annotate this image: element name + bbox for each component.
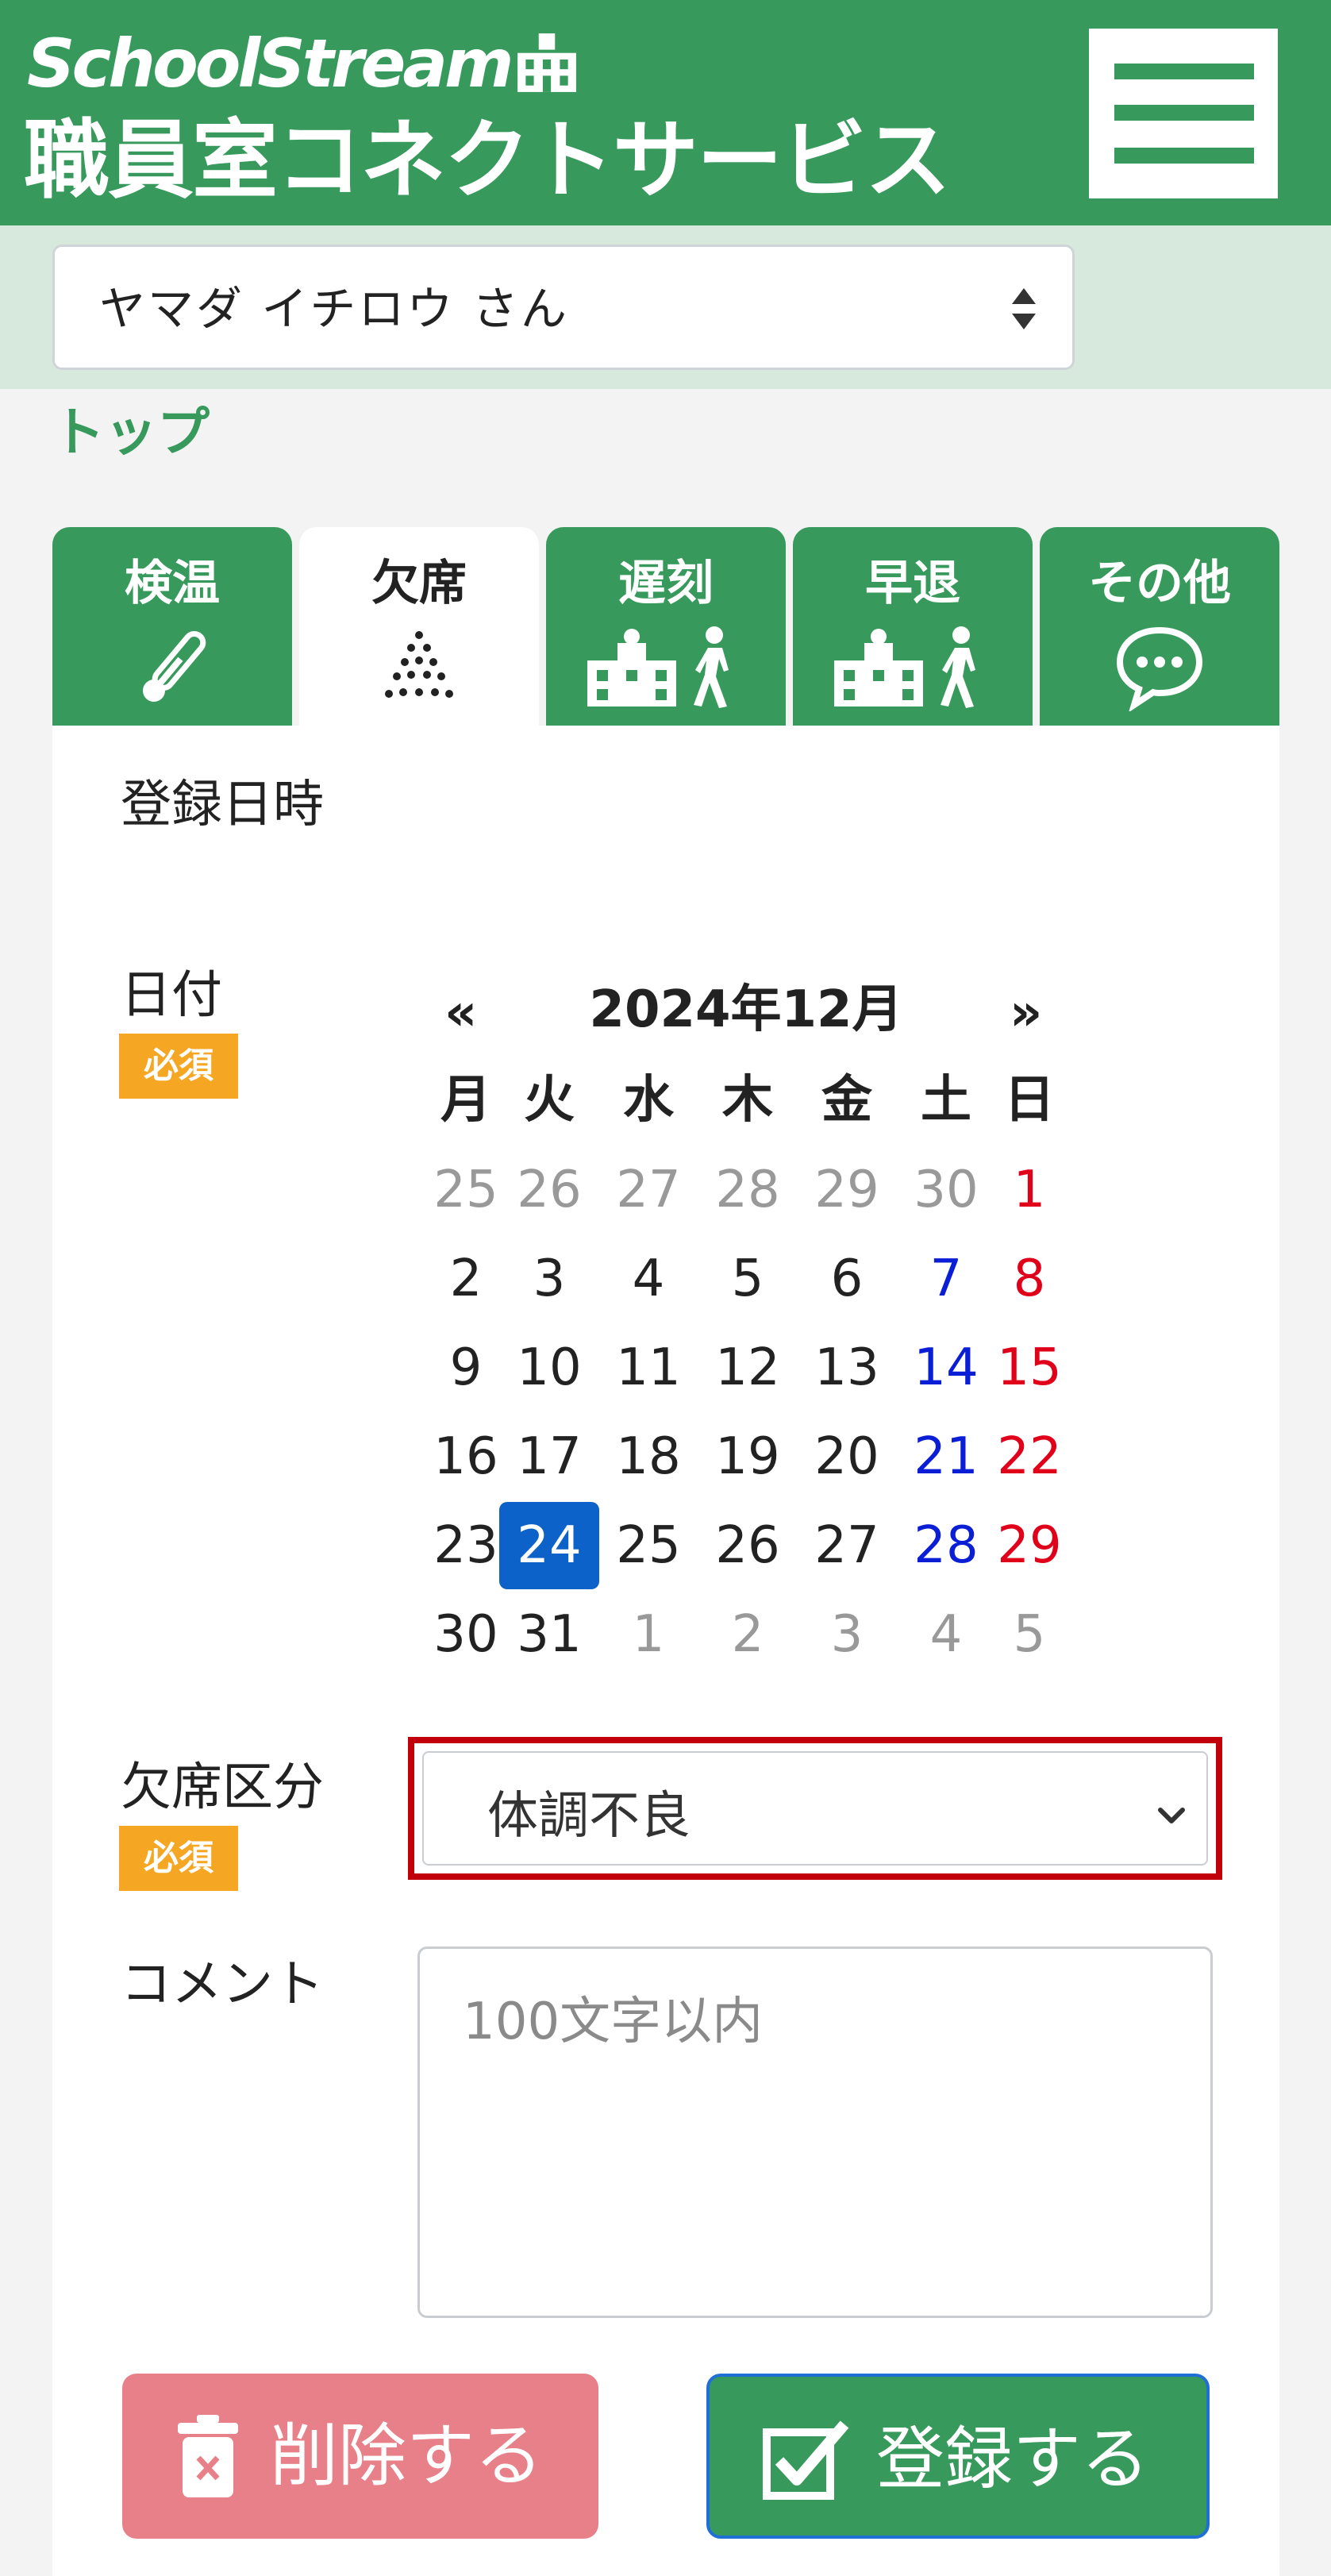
register-button-label: 登録する [876,2420,1149,2499]
comment-textarea[interactable] [417,1946,1213,2318]
required-badge: 必須 [119,1034,238,1099]
calendar-day[interactable]: 3 [499,1235,599,1323]
hamburger-menu-button[interactable] [1089,29,1278,198]
calendar-month-title: 2024年12月 [589,980,903,1039]
hamburger-menu-icon [1114,64,1254,79]
calendar-day[interactable]: 1 [598,1591,698,1678]
calendar-day[interactable]: 26 [499,1146,599,1234]
weekday-label: 土 [921,1071,971,1130]
weekday-label: 水 [623,1071,674,1130]
calendar-day[interactable]: 27 [598,1146,698,1234]
calendar-day[interactable]: 15 [979,1324,1079,1411]
calendar-day[interactable]: 6 [797,1235,897,1323]
calendar-day[interactable]: 25 [598,1502,698,1589]
tab-other[interactable]: その他 [1040,527,1279,726]
calendar-day[interactable]: 31 [499,1591,599,1678]
calendar-day[interactable]: 10 [499,1324,599,1411]
calendar-next-button[interactable]: » [1010,981,1042,1045]
tab-label: その他 [1088,556,1231,611]
calendar-day[interactable]: 8 [979,1235,1079,1323]
calendar-day[interactable]: 19 [698,1413,798,1500]
calendar-day[interactable]: 29 [797,1146,897,1234]
app-header: SchoolStream 職員室コネクトサービス [0,0,1331,225]
tab-label: 遅刻 [618,556,714,611]
chat-bubble-icon [1116,626,1203,711]
delete-button[interactable]: 削除する [122,2374,598,2539]
absence-type-label: 欠席区分 [121,1758,324,1817]
weekday-label: 金 [821,1071,872,1130]
calendar-day[interactable]: 22 [979,1413,1079,1500]
date-label: 日付 [121,966,222,1025]
calendar-day[interactable]: 3 [797,1591,897,1678]
hamburger-line [1114,105,1254,121]
tab-late[interactable]: 遅刻 [546,527,786,726]
brand-logo-text: SchoolStream [27,25,514,102]
tab-label: 欠席 [371,556,467,611]
school-walking-icon [834,626,975,708]
weekday-label: 日 [1004,1071,1055,1130]
absence-type-select[interactable]: 体調不良 [408,1737,1222,1880]
register-button[interactable]: 登録する [706,2374,1210,2539]
sneeze-droplets-icon [385,631,453,698]
calendar-day[interactable]: 28 [698,1146,798,1234]
calendar-day[interactable]: 11 [598,1324,698,1411]
calendar-day[interactable]: 1 [979,1146,1079,1234]
school-walking-icon [587,626,729,708]
calendar-day[interactable]: 26 [698,1502,798,1589]
absence-type-select-box: 体調不良 [422,1751,1208,1866]
absence-type-value: 体調不良 [487,1787,691,1846]
school-building-icon [517,33,576,92]
thermometer-icon [142,630,206,702]
calendar-prev-button[interactable]: « [444,981,477,1045]
comment-label: コメント [121,1955,324,2014]
checkbox-check-icon [763,2420,849,2500]
calendar-day[interactable]: 27 [797,1502,897,1589]
tab-temperature[interactable]: 検温 [52,527,292,726]
calendar-day[interactable]: 29 [979,1502,1079,1589]
calendar-day-selected[interactable]: 24 [499,1502,599,1589]
select-arrows-icon [1012,288,1036,329]
weekday-label: 火 [524,1071,575,1130]
calendar-day[interactable]: 12 [698,1324,798,1411]
breadcrumb-top-link[interactable]: トップ [52,397,210,468]
registered-at-label: 登録日時 [121,776,324,834]
tab-absence[interactable]: 欠席 [299,527,539,726]
weekday-label: 木 [722,1071,773,1130]
brand-service-name: 職員室コネクトサービス [24,111,951,210]
calendar-day[interactable]: 13 [797,1324,897,1411]
weekday-label: 月 [440,1071,491,1130]
calendar-day[interactable]: 20 [797,1413,897,1500]
calendar-day[interactable]: 4 [598,1235,698,1323]
user-select-value: ヤマダ イチロウ さん [99,282,569,336]
user-select[interactable]: ヤマダ イチロウ さん [52,245,1075,370]
calendar-day[interactable]: 5 [698,1235,798,1323]
trash-icon [178,2415,238,2497]
tab-label: 早退 [865,556,960,611]
calendar-day[interactable]: 5 [979,1591,1079,1678]
chevron-down-icon [1158,1808,1185,1823]
tab-early-leave[interactable]: 早退 [793,527,1033,726]
calendar-day[interactable]: 17 [499,1413,599,1500]
delete-button-label: 削除する [270,2416,543,2496]
calendar-day[interactable]: 18 [598,1413,698,1500]
hamburger-line [1114,148,1254,164]
tab-label: 検温 [125,556,220,611]
required-badge: 必須 [119,1826,238,1891]
calendar-day[interactable]: 2 [698,1591,798,1678]
